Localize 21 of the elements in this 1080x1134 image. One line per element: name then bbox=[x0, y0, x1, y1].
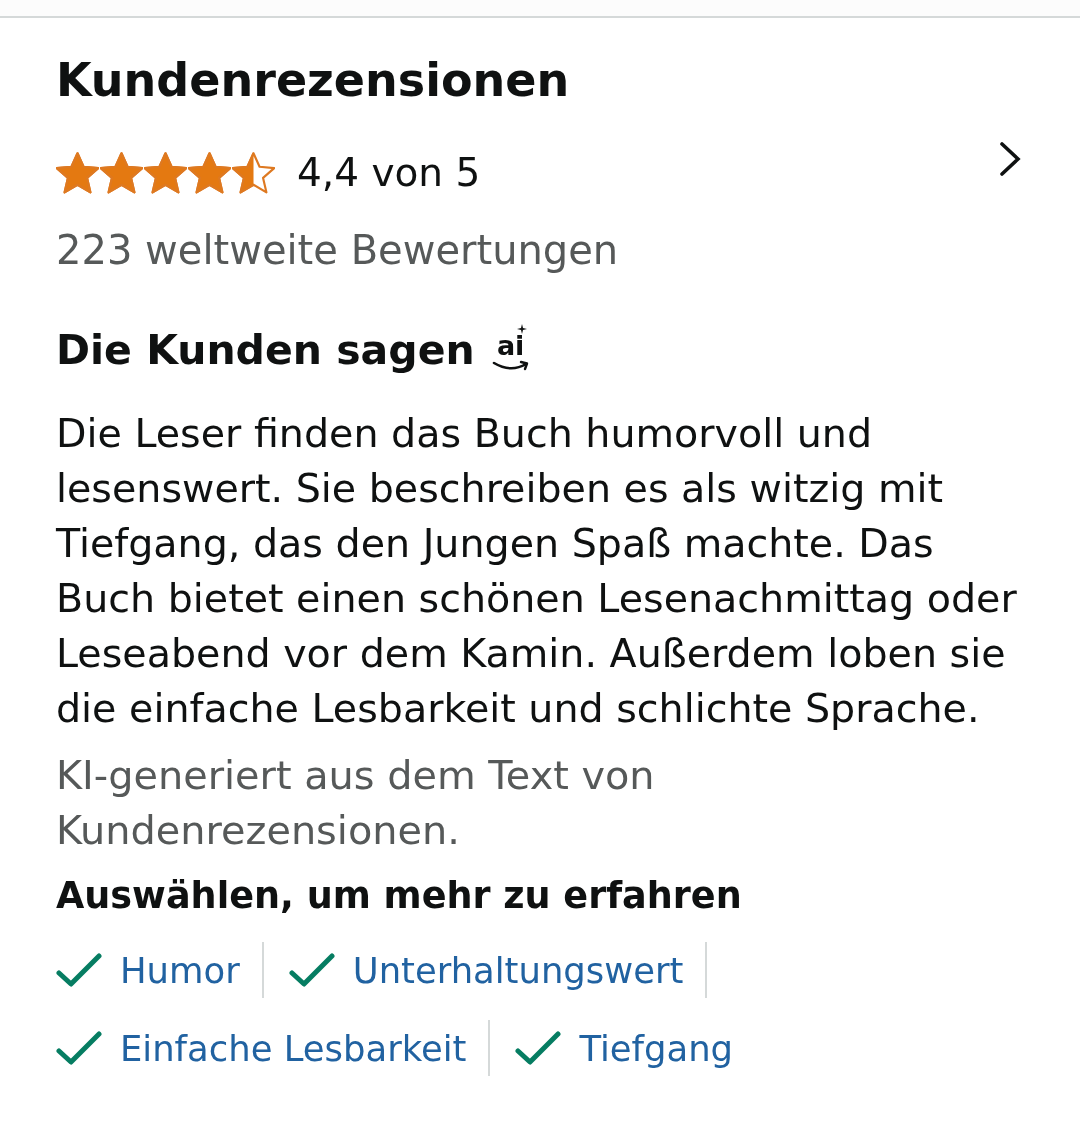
aspect-button[interactable]: Tiefgang bbox=[515, 1020, 756, 1076]
ratings-count: 223 weltweite Bewertungen bbox=[56, 226, 620, 275]
star-icon bbox=[144, 152, 187, 194]
star-icon bbox=[100, 152, 143, 194]
aspect-button[interactable]: Einfache Lesbarkeit bbox=[56, 1020, 491, 1076]
check-icon bbox=[288, 953, 335, 987]
check-icon bbox=[56, 1031, 102, 1065]
star-icon bbox=[56, 152, 99, 194]
star-icon bbox=[188, 152, 231, 194]
rating-text: 4,4 von 5 bbox=[297, 149, 481, 197]
section-title: Kundenrezensionen bbox=[56, 52, 571, 109]
summary-title: Die Kunden sagen bbox=[56, 325, 475, 376]
check-icon bbox=[56, 953, 102, 987]
aspect-button[interactable]: Unterhaltungswert bbox=[288, 942, 708, 998]
chevron-right-icon[interactable] bbox=[998, 141, 1022, 177]
star-icon bbox=[232, 152, 275, 194]
aspect-button[interactable]: Humor bbox=[56, 942, 264, 998]
summary-text: Die Leser finden das Buch humorvoll und lesenswert. Sie beschreiben es als witzig mit Tiefgang, das den Jungen Spaß machte. Das Buch bietet einen schönen Lesenachmittag oder Leseabend vor dem Kamin. Außerdem loben sie die einfache Lesbarkeit und schlichte Sprache. bbox=[56, 409, 1018, 733]
aspects-title: Auswählen, um mehr zu erfahren bbox=[56, 873, 743, 919]
ai-note: KI-generiert aus dem Text von Kundenrezensionen. bbox=[56, 751, 656, 855]
check-icon bbox=[515, 1031, 562, 1065]
